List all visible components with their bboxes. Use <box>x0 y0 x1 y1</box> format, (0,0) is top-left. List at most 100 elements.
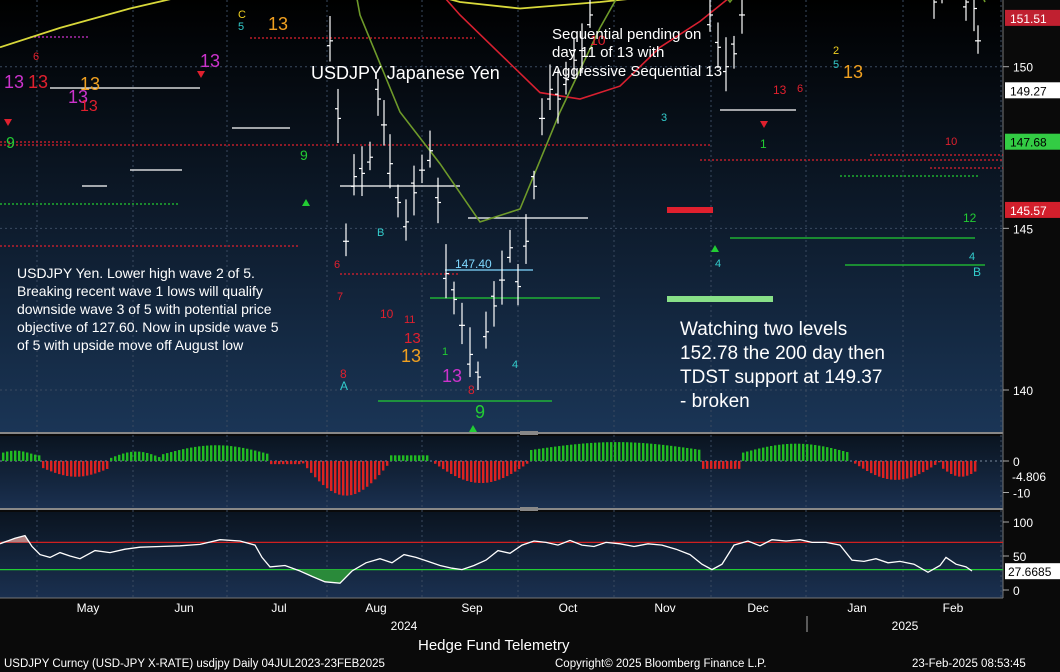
histogram-bar <box>378 461 381 476</box>
histogram-bar <box>646 443 649 461</box>
histogram-bar <box>474 461 477 483</box>
annotation-sequential-line-1: Sequential pending on <box>552 26 701 43</box>
histogram-bar <box>554 446 557 461</box>
histogram-bar <box>2 452 5 461</box>
histogram-bar <box>42 461 45 469</box>
sequential-count-marker: 13 <box>773 83 787 97</box>
histogram-bar <box>638 442 641 461</box>
annotation-levels-line-2: 152.78 the 200 day then <box>680 343 885 364</box>
histogram-bar <box>666 445 669 461</box>
sequential-count-marker: 4 <box>969 251 975 263</box>
histogram-bar <box>142 452 145 461</box>
histogram-bar <box>422 455 425 461</box>
histogram-bar <box>510 461 513 474</box>
annotation-wave-line-5: of 5 with upside move off August low <box>17 337 244 353</box>
annotation-levels-line-4: - broken <box>680 391 750 412</box>
histogram-bar <box>250 449 253 461</box>
histogram-bar <box>618 442 621 461</box>
histogram-bar <box>446 461 449 472</box>
histogram-bar <box>702 461 705 469</box>
histogram-bar <box>798 443 801 461</box>
histogram-bar <box>406 455 409 461</box>
sequential-count-marker: 13 <box>80 98 98 115</box>
histogram-bar <box>722 461 725 469</box>
histogram-bar <box>642 443 645 461</box>
histogram-bar <box>962 461 965 477</box>
histogram-bar <box>862 461 865 469</box>
histogram-bar <box>498 461 501 480</box>
histogram-panel-background <box>0 436 1003 508</box>
histogram-bar <box>454 461 457 477</box>
histogram-bar <box>74 461 77 477</box>
histogram-bar <box>402 455 405 461</box>
histogram-bar <box>466 461 469 481</box>
sequential-count-marker: 6 <box>334 259 340 271</box>
histogram-bar <box>470 461 473 482</box>
histogram-bar <box>78 461 81 477</box>
histogram-bar <box>758 448 761 461</box>
histogram-bar <box>954 461 957 476</box>
histogram-bar <box>126 452 129 461</box>
annotation-levels-line-3: TDST support at 149.37 <box>680 367 882 388</box>
x-axis-month-label: Sep <box>461 601 483 615</box>
histogram-bar <box>62 461 65 476</box>
tdst-resistance-block <box>667 207 713 213</box>
histogram-bar <box>550 447 553 461</box>
histogram-bar <box>694 449 697 461</box>
histogram-bar <box>746 451 749 461</box>
annotation-wave-line-1: USDJPY Yen. Lower high wave 2 of 5. <box>17 265 255 281</box>
x-axis-month-label: Oct <box>559 601 578 615</box>
sequential-count-marker: 9 <box>6 135 15 152</box>
annotation-wave-line-3: downside wave 3 of 5 with potential pric… <box>17 301 272 317</box>
histogram-bar <box>386 461 389 466</box>
histogram-bar <box>442 461 445 470</box>
histogram-bar <box>658 444 661 461</box>
histogram-bar <box>110 457 113 461</box>
histogram-bar <box>818 445 821 461</box>
sequential-count-marker: 5 <box>833 59 839 71</box>
histogram-bar <box>202 445 205 461</box>
histogram-bar <box>762 447 765 461</box>
histogram-bar <box>282 461 285 465</box>
histogram-bar <box>822 446 825 461</box>
sequential-count-marker: 4 <box>512 359 518 371</box>
histogram-bar <box>98 461 101 473</box>
histogram-bar <box>958 461 961 477</box>
histogram-bar <box>262 452 265 461</box>
histogram-bar <box>502 461 505 478</box>
sequential-count-marker: 8 <box>468 383 475 397</box>
histogram-bar <box>70 461 73 477</box>
histogram-bar <box>482 461 485 484</box>
x-axis-month-label: Jan <box>847 601 866 615</box>
histogram-bar <box>734 461 737 469</box>
histogram-bar <box>858 461 861 467</box>
panel-resize-handle[interactable] <box>520 431 538 435</box>
histogram-bar <box>698 449 701 461</box>
histogram-bar <box>946 461 949 472</box>
x-axis-year-label: 2025 <box>892 619 919 633</box>
sequential-count-marker: 1 <box>442 346 448 358</box>
sequential-count-marker: 2 <box>833 45 839 57</box>
last-value-label: -4.806 <box>1012 470 1046 484</box>
histogram-bar <box>278 461 281 465</box>
histogram-bar <box>622 442 625 461</box>
histogram-bar <box>170 452 173 461</box>
sequential-count-marker: 13 <box>442 366 462 386</box>
histogram-bar <box>634 442 637 461</box>
histogram-bar <box>910 461 913 478</box>
histogram-bar <box>494 461 497 481</box>
price-axis-label: 150 <box>1013 61 1033 75</box>
histogram-bar <box>866 461 869 472</box>
panel-resize-handle[interactable] <box>520 507 538 511</box>
last-value-label: 151.51 <box>1010 12 1047 26</box>
histogram-bar <box>118 454 121 461</box>
annotation-wave-line-2: Breaking recent wave 1 lows will qualify <box>17 283 263 299</box>
histogram-bar <box>462 461 465 480</box>
chart-title: USDJPY Japanese Yen <box>311 63 500 83</box>
histogram-bar <box>890 461 893 480</box>
histogram-bar <box>238 447 241 461</box>
histogram-bar <box>726 461 729 469</box>
histogram-bar <box>854 461 857 464</box>
histogram-bar <box>770 445 773 461</box>
price-axis-label: 145 <box>1013 222 1033 236</box>
